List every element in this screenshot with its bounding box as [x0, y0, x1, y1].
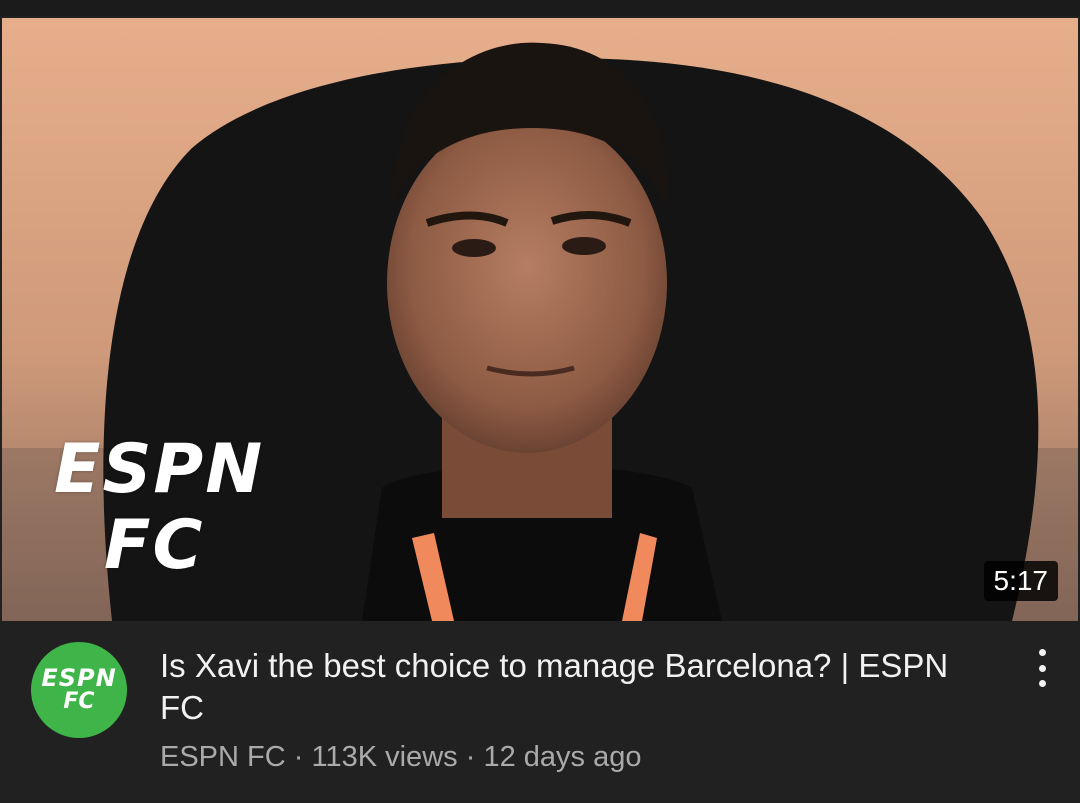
- watermark-espn: ESPN: [54, 430, 265, 509]
- avatar-fc: FC: [63, 689, 95, 714]
- separator: ·: [293, 741, 304, 773]
- menu-dot: [1038, 680, 1046, 687]
- duration-badge: 5:17: [983, 561, 1058, 601]
- watermark-fc: FC: [104, 506, 205, 585]
- separator: ·: [465, 741, 476, 773]
- espn-fc-watermark: ESPN FC: [54, 432, 294, 584]
- more-vert-icon[interactable]: [1030, 649, 1054, 687]
- menu-dot: [1038, 664, 1046, 672]
- video-thumbnail[interactable]: ESPN FC 5:17: [2, 18, 1078, 621]
- channel-avatar[interactable]: ESPN FC: [31, 642, 127, 738]
- video-meta: ESPN FC Is Xavi the best choice to manag…: [0, 623, 1080, 803]
- video-subline: ESPN FC · 113K views · 12 days ago: [160, 741, 641, 774]
- video-title[interactable]: Is Xavi the best choice to manage Barcel…: [160, 645, 960, 729]
- avatar-espn: ESPN: [41, 664, 117, 692]
- channel-name[interactable]: ESPN FC: [160, 741, 286, 773]
- top-strip: [0, 0, 1080, 16]
- view-count: 113K views: [311, 741, 458, 773]
- menu-dot: [1038, 649, 1046, 656]
- upload-age: 12 days ago: [483, 741, 642, 773]
